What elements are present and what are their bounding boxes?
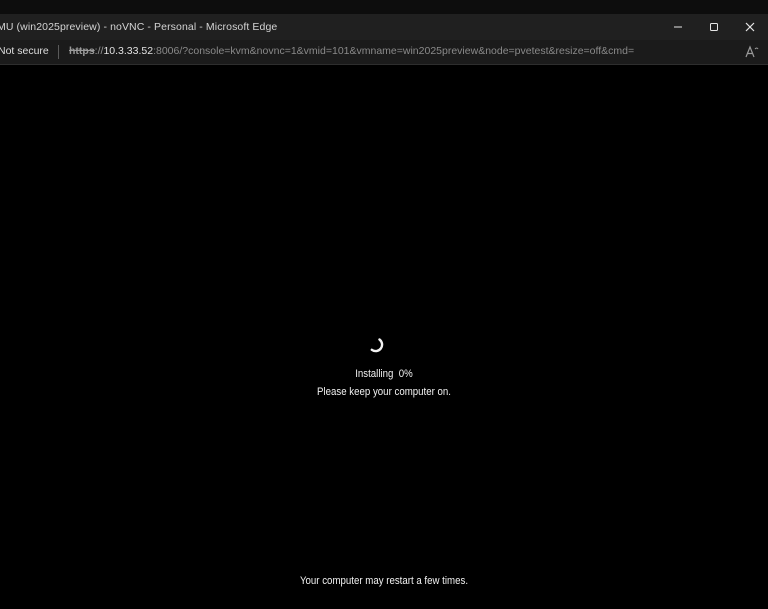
address-bar: Not secure https://10.3.33.52:8006/?cons… (0, 40, 768, 65)
maximize-icon (710, 23, 718, 31)
browser-window: MU (win2025preview) - noVNC - Personal -… (0, 0, 768, 609)
url-scheme: https (69, 45, 95, 57)
minimize-icon (674, 26, 682, 28)
keep-on-message: Please keep your computer on. (316, 386, 451, 398)
window-controls (660, 14, 768, 40)
loading-spinner-icon (370, 338, 384, 353)
title-bar[interactable]: MU (win2025preview) - noVNC - Personal -… (0, 14, 768, 40)
read-aloud-icon (745, 45, 759, 58)
minimize-button[interactable] (660, 14, 696, 40)
progress-percent: 0% (398, 368, 413, 380)
address-divider (58, 45, 59, 59)
install-progress-text: Installing 0% (46, 368, 722, 380)
url-field[interactable]: https://10.3.33.52:8006/?console=kvm&nov… (69, 45, 634, 57)
window-title: MU (win2025preview) - noVNC - Personal -… (0, 21, 278, 33)
maximize-button[interactable] (696, 14, 732, 40)
security-indicator[interactable]: Not secure (0, 45, 49, 57)
url-path: :8006/?console=kvm&novnc=1&vmid=101&vmna… (153, 45, 635, 57)
read-aloud-button[interactable] (744, 44, 760, 60)
restart-message: Your computer may restart a few times. (299, 575, 469, 587)
desktop-strip (0, 0, 768, 15)
close-icon (745, 22, 755, 32)
installing-label: Installing (355, 368, 394, 380)
url-host: 10.3.33.52 (103, 45, 154, 57)
close-button[interactable] (732, 14, 768, 40)
